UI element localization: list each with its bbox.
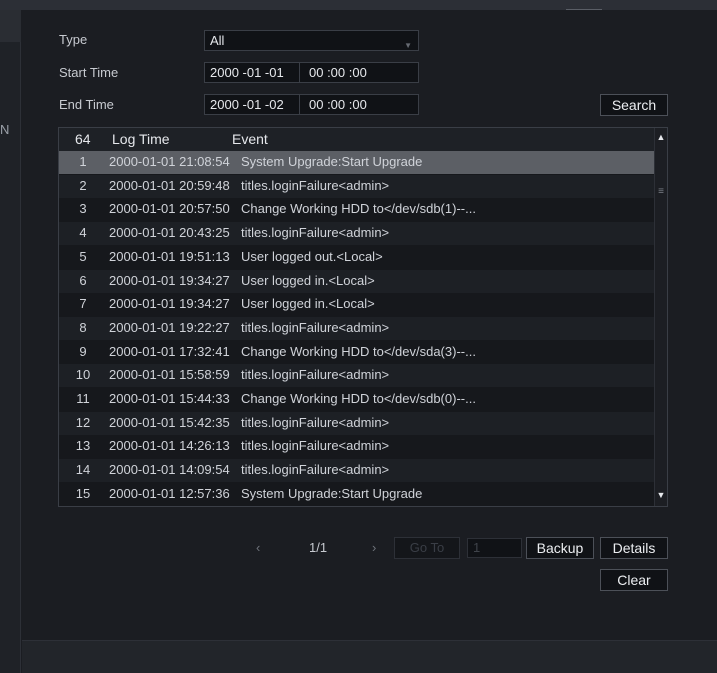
row-event: titles.loginFailure<admin> bbox=[241, 462, 390, 478]
table-row[interactable]: 6 2000-01-01 19:34:27 User logged in.<Loca… bbox=[59, 269, 655, 293]
table-row[interactable]: 10 2000-01-01 15:58:59 titles.loginFailure… bbox=[59, 364, 655, 388]
chevron-down-icon: ▼ bbox=[404, 41, 412, 50]
row-log-time: 2000-01-01 15:58:59 bbox=[109, 367, 230, 383]
row-log-time: 2000-01-01 17:32:41 bbox=[109, 343, 230, 359]
type-dropdown[interactable]: All ▼ bbox=[204, 30, 419, 51]
row-log-time: 2000-01-01 12:57:36 bbox=[109, 485, 230, 501]
left-panel-text: N bbox=[0, 122, 10, 137]
row-index: 5 bbox=[79, 248, 87, 264]
next-page-icon[interactable]: › bbox=[372, 540, 376, 555]
prev-page-icon[interactable]: ‹ bbox=[256, 540, 260, 555]
row-log-time: 2000-01-01 14:26:13 bbox=[109, 438, 230, 454]
row-log-time: 2000-01-01 19:34:27 bbox=[109, 272, 230, 288]
details-button[interactable]: Details bbox=[600, 537, 668, 559]
event-header[interactable]: Event bbox=[232, 131, 268, 147]
backup-button[interactable]: Backup bbox=[526, 537, 594, 559]
search-button[interactable]: Search bbox=[600, 94, 668, 116]
row-event: User logged in.<Local> bbox=[241, 272, 375, 288]
row-event: titles.loginFailure<admin> bbox=[241, 367, 390, 383]
table-row[interactable]: 5 2000-01-01 19:51:13 User logged out.<Loc… bbox=[59, 245, 655, 269]
table-row[interactable]: 11 2000-01-01 15:44:33 Change Working HDD … bbox=[59, 388, 655, 411]
row-log-time: 2000-01-01 19:22:27 bbox=[109, 319, 230, 335]
row-log-time: 2000-01-01 20:43:25 bbox=[109, 225, 230, 241]
row-index: 7 bbox=[79, 296, 87, 312]
top-bar-indicator bbox=[566, 9, 602, 10]
start-date-value[interactable]: 2000 -01 -01 bbox=[210, 65, 284, 80]
start-time-value[interactable]: 00 :00 :00 bbox=[309, 63, 367, 82]
row-index: 15 bbox=[75, 485, 91, 501]
row-event: System Upgrade:Start Upgrade bbox=[241, 154, 423, 169]
row-index: 10 bbox=[75, 367, 91, 383]
row-index: 4 bbox=[79, 225, 87, 241]
start-time-field[interactable]: 2000 -01 -01 00 :00 :00 bbox=[204, 62, 419, 83]
log-table: 64 Log Time Event 1 2000-01-01 21:08:54 Sy… bbox=[58, 127, 668, 507]
scroll-grip-icon[interactable]: ≡ bbox=[655, 186, 667, 197]
table-row[interactable]: 1 2000-01-01 21:08:54 System Upgrade:Start… bbox=[59, 151, 655, 174]
row-event: titles.loginFailure<admin> bbox=[241, 225, 390, 241]
clear-button[interactable]: Clear bbox=[600, 569, 668, 591]
row-event: User logged in.<Local> bbox=[241, 296, 375, 312]
row-log-time: 2000-01-01 14:09:54 bbox=[109, 462, 230, 478]
row-event: titles.loginFailure<admin> bbox=[241, 438, 390, 454]
row-index: 9 bbox=[79, 343, 87, 359]
row-event: Change Working HDD to</dev/sdb(0)--... bbox=[241, 391, 476, 406]
log-count-header: 64 bbox=[75, 131, 91, 147]
bottom-bar bbox=[22, 640, 717, 673]
row-index: 11 bbox=[76, 391, 90, 406]
end-time-field[interactable]: 2000 -01 -02 00 :00 :00 bbox=[204, 94, 419, 115]
row-index: 12 bbox=[75, 414, 91, 430]
left-panel: N bbox=[0, 10, 21, 673]
row-log-time: 2000-01-01 15:44:33 bbox=[109, 391, 230, 406]
row-index: 3 bbox=[79, 201, 87, 217]
scrollbar[interactable]: ▲ ≡ ▼ bbox=[654, 128, 667, 506]
end-time-value[interactable]: 00 :00 :00 bbox=[309, 95, 367, 114]
row-index: 1 bbox=[79, 154, 87, 169]
row-index: 13 bbox=[75, 438, 91, 454]
row-log-time: 2000-01-01 15:42:35 bbox=[109, 414, 230, 430]
row-log-time: 2000-01-01 20:59:48 bbox=[109, 177, 230, 193]
table-row[interactable]: 13 2000-01-01 14:26:13 titles.loginFailure… bbox=[59, 435, 655, 459]
scroll-down-icon[interactable]: ▼ bbox=[655, 490, 667, 500]
type-label: Type bbox=[59, 32, 88, 47]
row-index: 6 bbox=[79, 272, 87, 288]
go-to-button[interactable]: Go To bbox=[394, 537, 460, 559]
type-value: All bbox=[210, 33, 225, 48]
row-index: 2 bbox=[79, 177, 87, 193]
page-indicator: 1/1 bbox=[309, 540, 328, 555]
table-row[interactable]: 2 2000-01-01 20:59:48 titles.loginFailure<… bbox=[59, 174, 655, 198]
left-panel-header bbox=[0, 10, 21, 42]
table-row[interactable]: 12 2000-01-01 15:42:35 titles.loginFailure… bbox=[59, 411, 655, 435]
table-row[interactable]: 3 2000-01-01 20:57:50 Change Working HDD t… bbox=[59, 198, 655, 222]
row-event: titles.loginFailure<admin> bbox=[241, 414, 390, 430]
row-index: 8 bbox=[79, 319, 87, 335]
end-time-divider bbox=[299, 95, 300, 114]
start-time-divider bbox=[299, 63, 300, 82]
row-event: titles.loginFailure<admin> bbox=[241, 319, 390, 335]
row-log-time: 2000-01-01 19:34:27 bbox=[109, 296, 230, 312]
start-time-label: Start Time bbox=[59, 65, 119, 80]
row-event: titles.loginFailure<admin> bbox=[241, 177, 390, 193]
row-event: System Upgrade:Start Upgrade bbox=[241, 485, 423, 501]
table-row[interactable]: 7 2000-01-01 19:34:27 User logged in.<Loca… bbox=[59, 293, 655, 317]
table-row[interactable]: 9 2000-01-01 17:32:41 Change Working HDD t… bbox=[59, 340, 655, 364]
row-event: Change Working HDD to</dev/sdb(1)--... bbox=[241, 201, 476, 217]
table-row[interactable]: 15 2000-01-01 12:57:36 System Upgrade:Star… bbox=[59, 482, 655, 506]
table-row[interactable]: 14 2000-01-01 14:09:54 titles.loginFailure… bbox=[59, 459, 655, 483]
log-time-header[interactable]: Log Time bbox=[112, 131, 170, 147]
table-row[interactable]: 4 2000-01-01 20:43:25 titles.loginFailure<… bbox=[59, 222, 655, 246]
top-bar bbox=[0, 0, 717, 10]
row-log-time: 2000-01-01 19:51:13 bbox=[109, 248, 230, 264]
scroll-up-icon[interactable]: ▲ bbox=[655, 132, 667, 142]
table-header: 64 Log Time Event bbox=[59, 128, 655, 151]
row-event: Change Working HDD to</dev/sda(3)--... bbox=[241, 343, 476, 359]
row-log-time: 2000-01-01 20:57:50 bbox=[109, 201, 230, 217]
row-log-time: 2000-01-01 21:08:54 bbox=[109, 154, 230, 169]
end-date-value[interactable]: 2000 -01 -02 bbox=[210, 97, 284, 112]
row-event: User logged out.<Local> bbox=[241, 248, 383, 264]
page-number-input[interactable]: 1 bbox=[467, 538, 522, 558]
table-row[interactable]: 8 2000-01-01 19:22:27 titles.loginFailure<… bbox=[59, 316, 655, 340]
end-time-label: End Time bbox=[59, 97, 114, 112]
row-index: 14 bbox=[75, 462, 91, 478]
